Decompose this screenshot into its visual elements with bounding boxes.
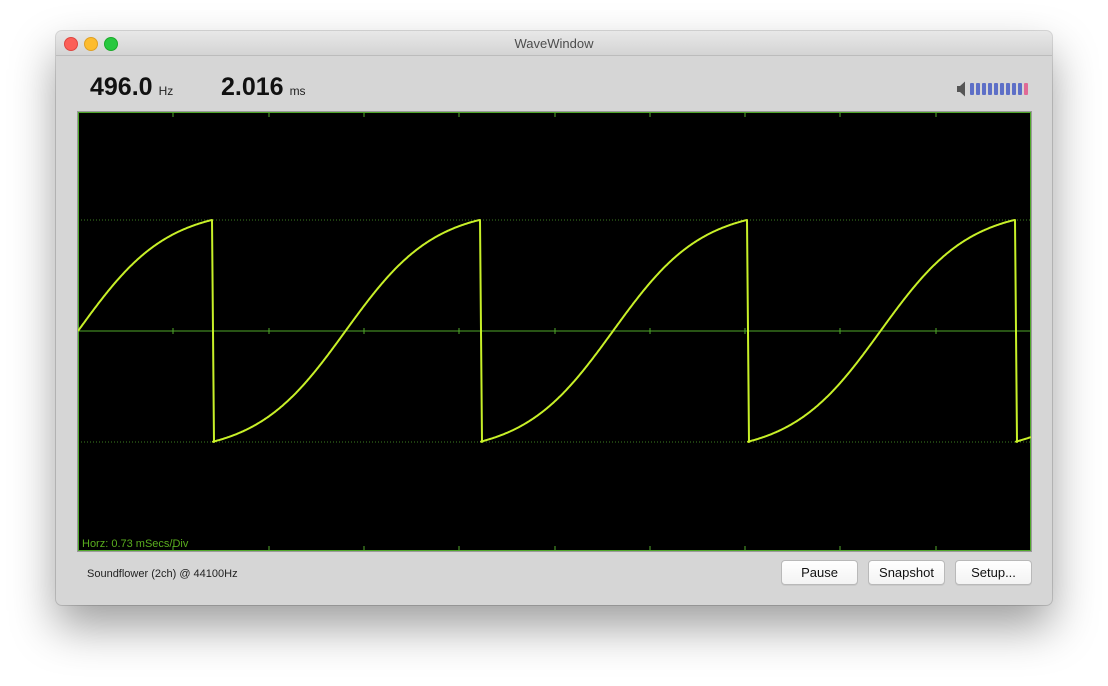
frequency-value: 496.0	[90, 73, 153, 101]
volume-segment	[1018, 83, 1022, 95]
oscilloscope-display: Horz: 0.73 mSecs/Div	[77, 111, 1032, 552]
snapshot-button[interactable]: Snapshot	[868, 560, 945, 585]
period-readout: 2.016 ms	[221, 73, 306, 103]
title-bar[interactable]: WaveWindow	[56, 31, 1052, 56]
volume-segment	[994, 83, 998, 95]
setup-button[interactable]: Setup...	[955, 560, 1032, 585]
volume-segment	[1012, 83, 1016, 95]
volume-segment	[1006, 83, 1010, 95]
volume-segment	[982, 83, 986, 95]
volume-segment	[970, 83, 974, 95]
window-title: WaveWindow	[514, 36, 594, 51]
pause-button[interactable]: Pause	[781, 560, 858, 585]
wave-window: WaveWindow 496.0 Hz 2.016 ms Horz: 0.73 …	[56, 31, 1052, 605]
frequency-unit: Hz	[158, 84, 174, 98]
audio-source-label: Soundflower (2ch) @ 44100Hz	[87, 568, 238, 580]
speaker-icon[interactable]	[956, 80, 968, 98]
period-value: 2.016	[221, 73, 284, 101]
volume-segment	[1000, 83, 1004, 95]
volume-meter[interactable]	[970, 82, 1032, 96]
period-unit: ms	[289, 84, 306, 98]
frequency-readout: 496.0 Hz	[90, 73, 173, 103]
volume-segment	[1024, 83, 1028, 95]
volume-segment	[988, 83, 992, 95]
scope-canvas	[78, 112, 1031, 551]
horizontal-scale-label: Horz: 0.73 mSecs/Div	[82, 538, 189, 550]
volume-segment	[976, 83, 980, 95]
